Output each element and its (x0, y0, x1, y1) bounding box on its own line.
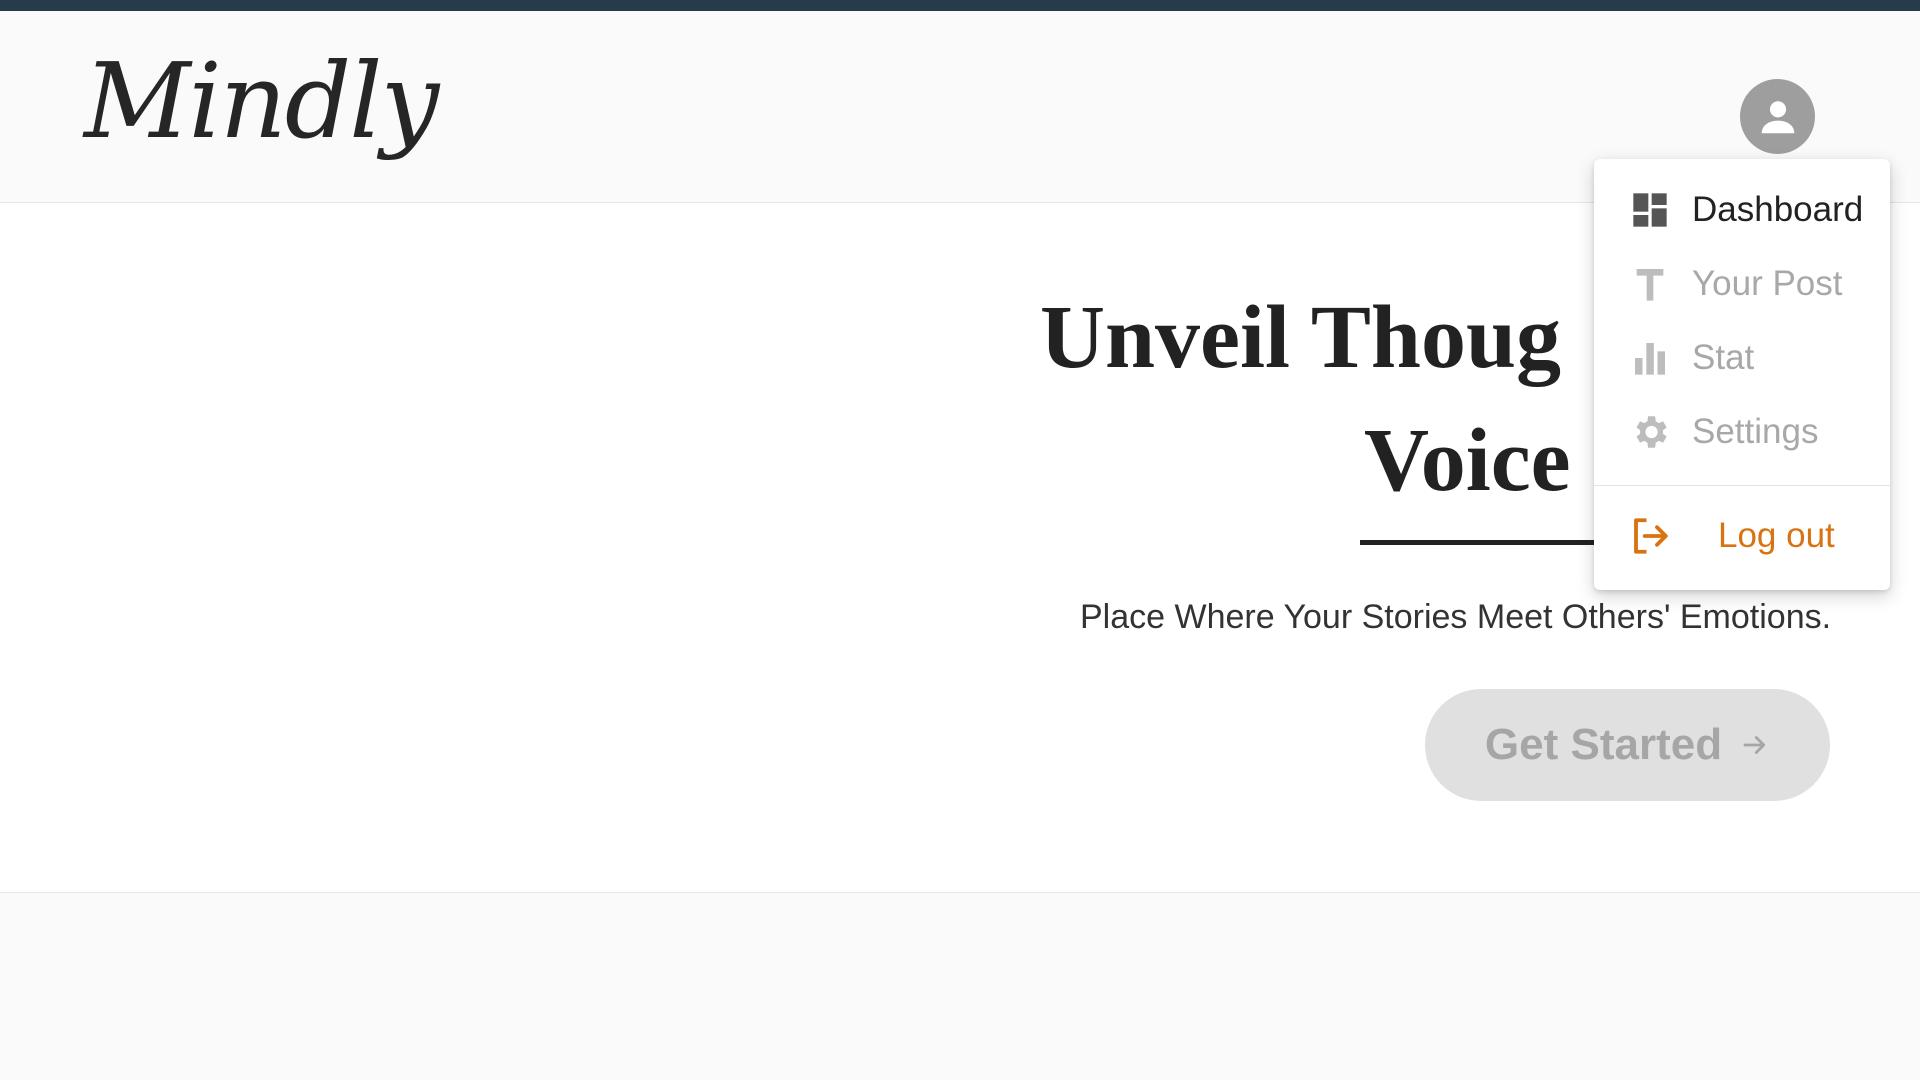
account-circle-icon (1761, 100, 1794, 133)
menu-item-logout[interactable]: Log out (1594, 499, 1890, 573)
footer-area (0, 892, 1920, 1080)
menu-item-label: Settings (1692, 412, 1819, 451)
logout-icon (1628, 514, 1672, 558)
hero-title-line-1: Unveil Thoug (1040, 288, 1562, 387)
menu-item-label: Stat (1692, 338, 1755, 377)
menu-item-label: Your Post (1692, 264, 1843, 303)
menu-item-dashboard[interactable]: Dashboard (1594, 173, 1890, 247)
app-logo[interactable]: Mindly (84, 49, 439, 153)
menu-item-stat[interactable]: Stat (1594, 321, 1890, 395)
menu-item-your-post[interactable]: Your Post (1594, 247, 1890, 321)
get-started-label: Get Started (1484, 720, 1723, 769)
arrow-right-icon (1743, 736, 1766, 754)
menu-divider (1594, 485, 1890, 486)
menu-item-settings[interactable]: Settings (1594, 395, 1890, 469)
user-avatar-button[interactable] (1740, 79, 1815, 154)
user-dropdown-menu: Dashboard Your Post Stat Settings Log ou… (1594, 159, 1890, 590)
menu-item-label: Dashboard (1692, 190, 1864, 229)
logout-label: Log out (1718, 516, 1835, 555)
text-icon (1628, 262, 1672, 306)
title-underline (1360, 540, 1620, 545)
dashboard-icon (1628, 188, 1672, 232)
top-strip (0, 0, 1920, 11)
get-started-button[interactable]: Get Started (1425, 689, 1830, 801)
bar-chart-icon (1628, 336, 1672, 380)
hero-tagline: Place Where Your Stories Meet Others' Em… (1080, 598, 1832, 636)
gear-icon (1628, 410, 1672, 454)
